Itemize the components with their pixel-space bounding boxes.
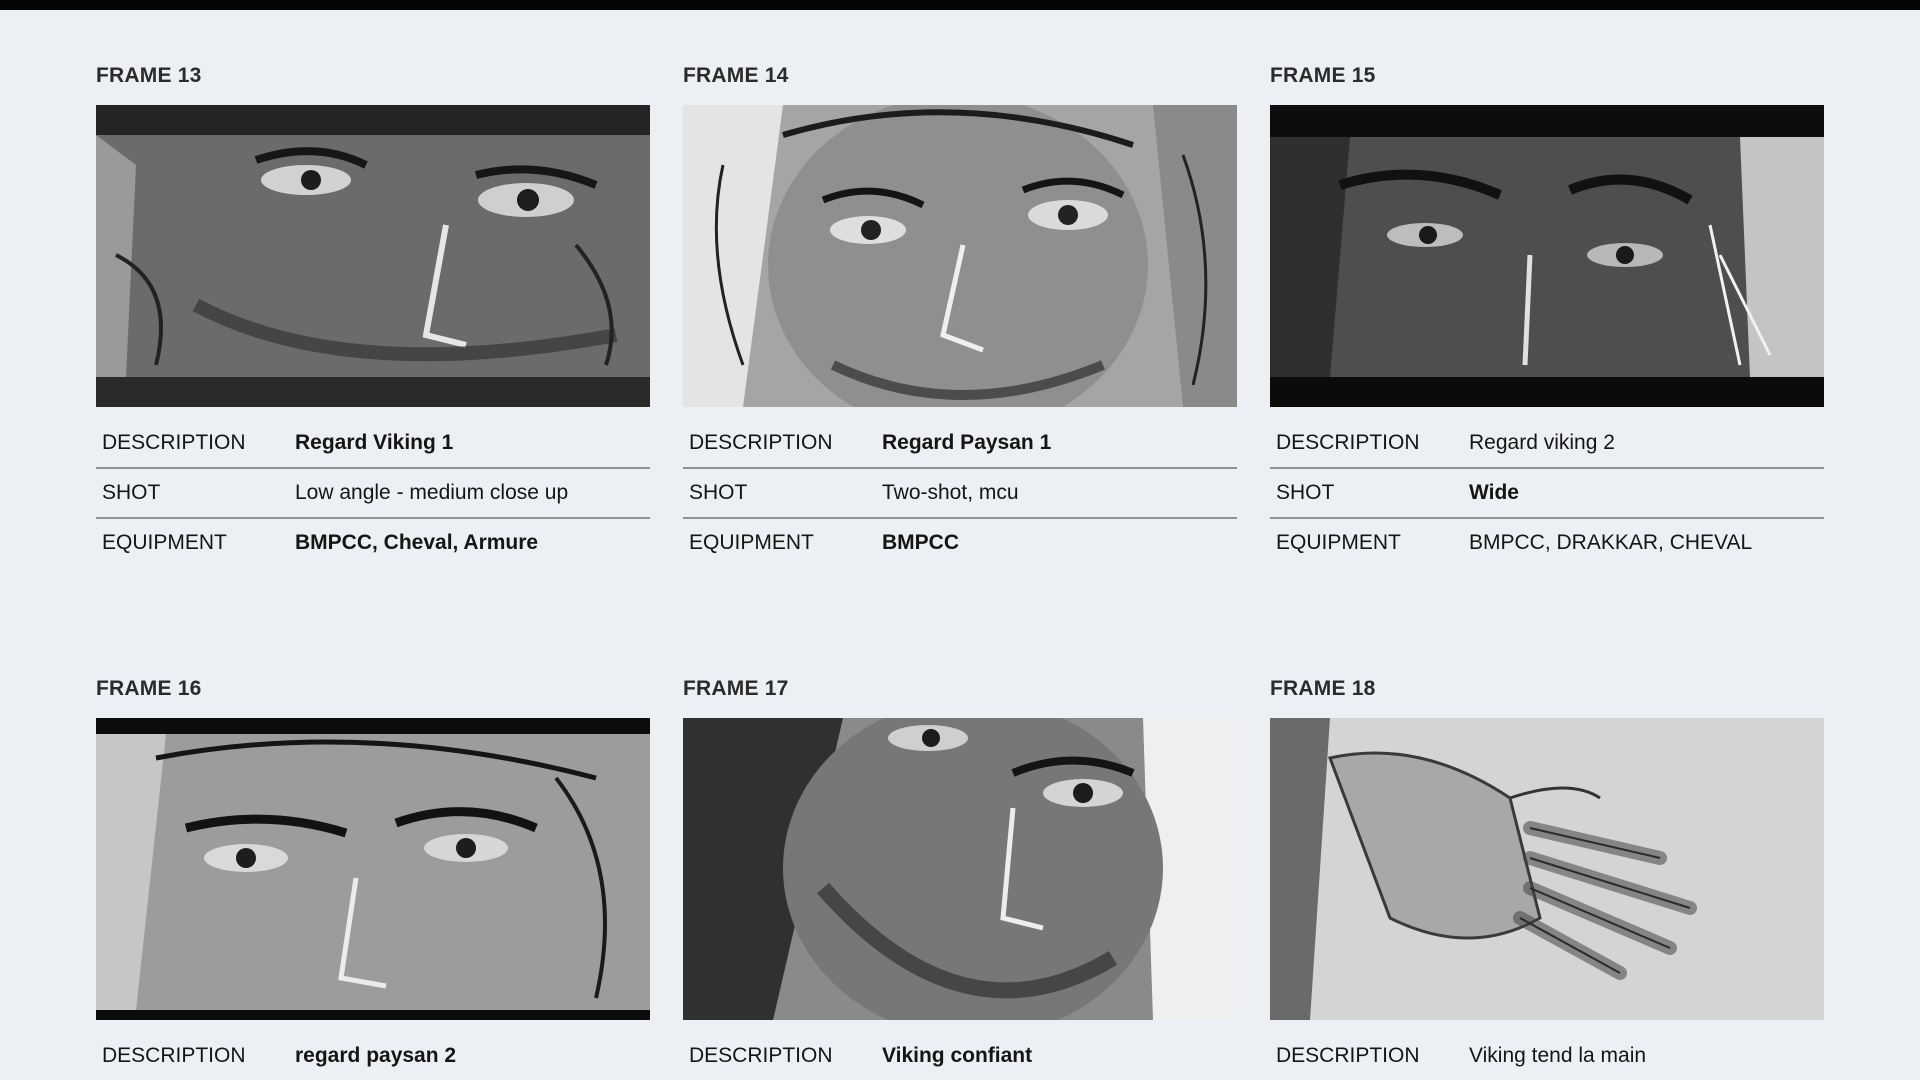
frame-title: FRAME 18 (1270, 677, 1376, 700)
shot-value: Wide (1469, 481, 1519, 504)
frame-image[interactable] (1270, 718, 1824, 1020)
shot-row: SHOT Low angle - medium close up (96, 469, 650, 519)
description-row: DESCRIPTION Regard Viking 1 (96, 419, 650, 469)
shot-row: SHOT Two-shot, mcu (683, 469, 1237, 519)
frame-meta-table: DESCRIPTION Viking confiant (683, 1032, 1237, 1080)
shot-value: Two-shot, mcu (882, 481, 1019, 504)
equipment-label: EQUIPMENT (689, 531, 814, 554)
sketch-viking-eyes-closeup-image (96, 105, 650, 407)
frame-image[interactable] (683, 105, 1237, 407)
equipment-value: BMPCC, DRAKKAR, CHEVAL (1469, 531, 1753, 554)
equipment-label: EQUIPMENT (102, 531, 227, 554)
frame-meta-table: DESCRIPTION Viking tend la main (1270, 1032, 1824, 1080)
frame-image[interactable] (1270, 105, 1824, 407)
description-value: Regard Viking 1 (295, 431, 454, 454)
description-label: DESCRIPTION (1276, 1044, 1420, 1067)
frame-meta-table: DESCRIPTION Regard Paysan 1 SHOT Two-sho… (683, 419, 1237, 567)
shot-label: SHOT (1276, 481, 1335, 504)
frame-title: FRAME 15 (1270, 64, 1376, 87)
sketch-viking-confident-face-image (683, 718, 1237, 1020)
equipment-label: EQUIPMENT (1276, 531, 1401, 554)
frame-card: FRAME 16 DESCRIPTION regard paysan 2 (96, 675, 650, 1080)
shot-value: Low angle - medium close up (295, 481, 569, 504)
description-label: DESCRIPTION (689, 1044, 833, 1067)
description-row: DESCRIPTION Regard Paysan 1 (683, 419, 1237, 469)
frame-card: FRAME 17 DESCRIPTION Viking confiant (683, 675, 1237, 1080)
frame-title: FRAME 16 (96, 677, 202, 700)
description-row: DESCRIPTION Viking confiant (683, 1032, 1237, 1080)
frame-title: FRAME 17 (683, 677, 789, 700)
frame-image[interactable] (683, 718, 1237, 1020)
frame-image[interactable] (96, 105, 650, 407)
equipment-row: EQUIPMENT BMPCC (683, 519, 1237, 567)
sketch-peasant-face-closeup-image (683, 105, 1237, 407)
shot-label: SHOT (689, 481, 748, 504)
description-value: regard paysan 2 (295, 1044, 457, 1067)
description-label: DESCRIPTION (1276, 431, 1420, 454)
frame-card: FRAME 13 DESCRIPTION Regard Viking 1 SHO… (96, 62, 650, 567)
sketch-peasant-eyes-closeup-image (96, 718, 650, 1020)
description-row: DESCRIPTION regard paysan 2 (96, 1032, 650, 1080)
description-row: DESCRIPTION Regard viking 2 (1270, 419, 1824, 469)
equipment-row: EQUIPMENT BMPCC, Cheval, Armure (96, 519, 650, 567)
shot-row: SHOT Wide (1270, 469, 1824, 519)
sketch-viking-eyes-closeup-2-image (1270, 105, 1824, 407)
description-value: Viking confiant (882, 1044, 1033, 1067)
description-label: DESCRIPTION (689, 431, 833, 454)
description-value: Regard viking 2 (1469, 431, 1615, 454)
frame-card: FRAME 15 DESCRIPTION Regard viking 2 SHO… (1270, 62, 1824, 567)
frame-card: FRAME 14 DESCRIPTION Regard Paysan 1 SHO… (683, 62, 1237, 567)
equipment-row: EQUIPMENT BMPCC, DRAKKAR, CHEVAL (1270, 519, 1824, 567)
sketch-hand-reaching-image (1270, 718, 1824, 1020)
frame-title: FRAME 13 (96, 64, 202, 87)
description-label: DESCRIPTION (102, 431, 246, 454)
frame-meta-table: DESCRIPTION Regard viking 2 SHOT Wide EQ… (1270, 419, 1824, 567)
top-bar (0, 0, 1920, 10)
equipment-value: BMPCC (882, 531, 959, 554)
description-value: Regard Paysan 1 (882, 431, 1052, 454)
description-row: DESCRIPTION Viking tend la main (1270, 1032, 1824, 1080)
equipment-value: BMPCC, Cheval, Armure (295, 531, 539, 554)
frame-image[interactable] (96, 718, 650, 1020)
description-label: DESCRIPTION (102, 1044, 246, 1067)
frame-meta-table: DESCRIPTION regard paysan 2 (96, 1032, 650, 1080)
frame-meta-table: DESCRIPTION Regard Viking 1 SHOT Low ang… (96, 419, 650, 567)
frame-title: FRAME 14 (683, 64, 789, 87)
shot-label: SHOT (102, 481, 161, 504)
frame-card: FRAME 18 DESCRIPTION Viking tend la main (1270, 675, 1824, 1080)
description-value: Viking tend la main (1469, 1044, 1647, 1067)
